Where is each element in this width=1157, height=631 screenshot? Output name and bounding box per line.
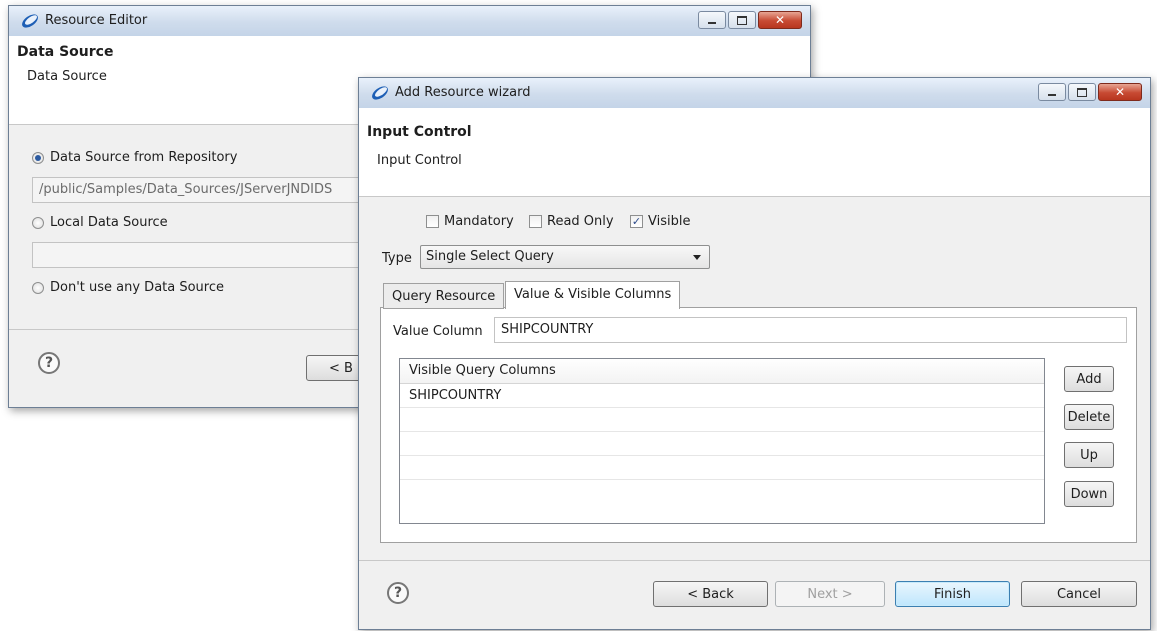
radio-label: Don't use any Data Source [50, 280, 225, 295]
checkbox-label: Visible [648, 214, 691, 229]
window-title: Add Resource wizard [395, 85, 531, 100]
read-only-checkbox[interactable]: Read Only [529, 214, 614, 229]
value-column-input[interactable]: SHIPCOUNTRY [494, 317, 1127, 343]
window-controls: ✕ [698, 11, 802, 29]
minimize-icon[interactable] [1038, 83, 1066, 101]
window-title: Resource Editor [45, 13, 148, 28]
down-button[interactable]: Down [1064, 481, 1114, 507]
radio-label: Data Source from Repository [50, 150, 238, 165]
page-subtitle: Input Control [377, 153, 462, 168]
window-controls: ✕ [1038, 83, 1142, 101]
radio-unselected-icon [32, 281, 44, 294]
table-row[interactable]: SHIPCOUNTRY [400, 384, 1044, 408]
back-button[interactable]: < Back [653, 581, 768, 607]
checkmark-icon: ✓ [630, 215, 643, 228]
mandatory-checkbox[interactable]: Mandatory [426, 214, 514, 229]
tab-query-resource[interactable]: Query Resource [383, 283, 505, 309]
page-title: Data Source [17, 44, 114, 60]
radio-datasource-repository[interactable]: Data Source from Repository [32, 150, 237, 165]
checkbox-label: Mandatory [444, 214, 514, 229]
table-row[interactable] [400, 432, 1044, 456]
close-icon[interactable]: ✕ [1098, 83, 1142, 101]
checkbox-unchecked-icon [529, 215, 542, 228]
header-area: Input Control Input Control [359, 108, 1150, 197]
next-button: Next > [775, 581, 885, 607]
visible-columns-table[interactable]: Visible Query Columns SHIPCOUNTRY [399, 358, 1045, 524]
maximize-icon[interactable] [728, 11, 756, 29]
minimize-icon[interactable] [698, 11, 726, 29]
page-subtitle: Data Source [27, 69, 107, 84]
type-label: Type [382, 251, 412, 266]
maximize-icon[interactable] [1068, 83, 1096, 101]
visible-checkbox[interactable]: ✓ Visible [630, 214, 690, 229]
add-button[interactable]: Add [1064, 366, 1114, 392]
eclipse-app-icon [372, 86, 388, 100]
cancel-button[interactable]: Cancel [1021, 581, 1137, 607]
radio-label: Local Data Source [50, 215, 168, 230]
help-icon[interactable]: ? [387, 582, 409, 604]
resource-editor-titlebar[interactable]: Resource Editor ✕ [9, 6, 810, 37]
local-datasource-field[interactable] [32, 242, 362, 268]
help-icon[interactable]: ? [38, 352, 60, 374]
chevron-down-icon [693, 255, 701, 260]
checkbox-unchecked-icon [426, 215, 439, 228]
wizard-titlebar[interactable]: Add Resource wizard ✕ [359, 78, 1150, 109]
table-header: Visible Query Columns [400, 359, 1044, 384]
finish-button[interactable]: Finish [895, 581, 1010, 607]
repository-path-field[interactable]: /public/Samples/Data_Sources/JServerJNDI… [32, 177, 362, 203]
table-row[interactable] [400, 456, 1044, 480]
table-row[interactable] [400, 408, 1044, 432]
radio-no-datasource[interactable]: Don't use any Data Source [32, 280, 224, 295]
tab-value-visible-columns[interactable]: Value & Visible Columns [505, 281, 681, 309]
radio-selected-icon [32, 151, 44, 164]
table-row[interactable] [400, 480, 1044, 504]
type-select-value: Single Select Query [426, 249, 554, 264]
value-column-label: Value Column [393, 324, 483, 339]
radio-unselected-icon [32, 216, 44, 229]
checkbox-label: Read Only [547, 214, 614, 229]
radio-local-datasource[interactable]: Local Data Source [32, 215, 168, 230]
up-button[interactable]: Up [1064, 442, 1114, 468]
divider [359, 560, 1150, 561]
type-select[interactable]: Single Select Query [420, 245, 710, 269]
page-title: Input Control [367, 124, 472, 140]
eclipse-app-icon [22, 14, 38, 28]
close-icon[interactable]: ✕ [758, 11, 802, 29]
delete-button[interactable]: Delete [1064, 404, 1114, 430]
